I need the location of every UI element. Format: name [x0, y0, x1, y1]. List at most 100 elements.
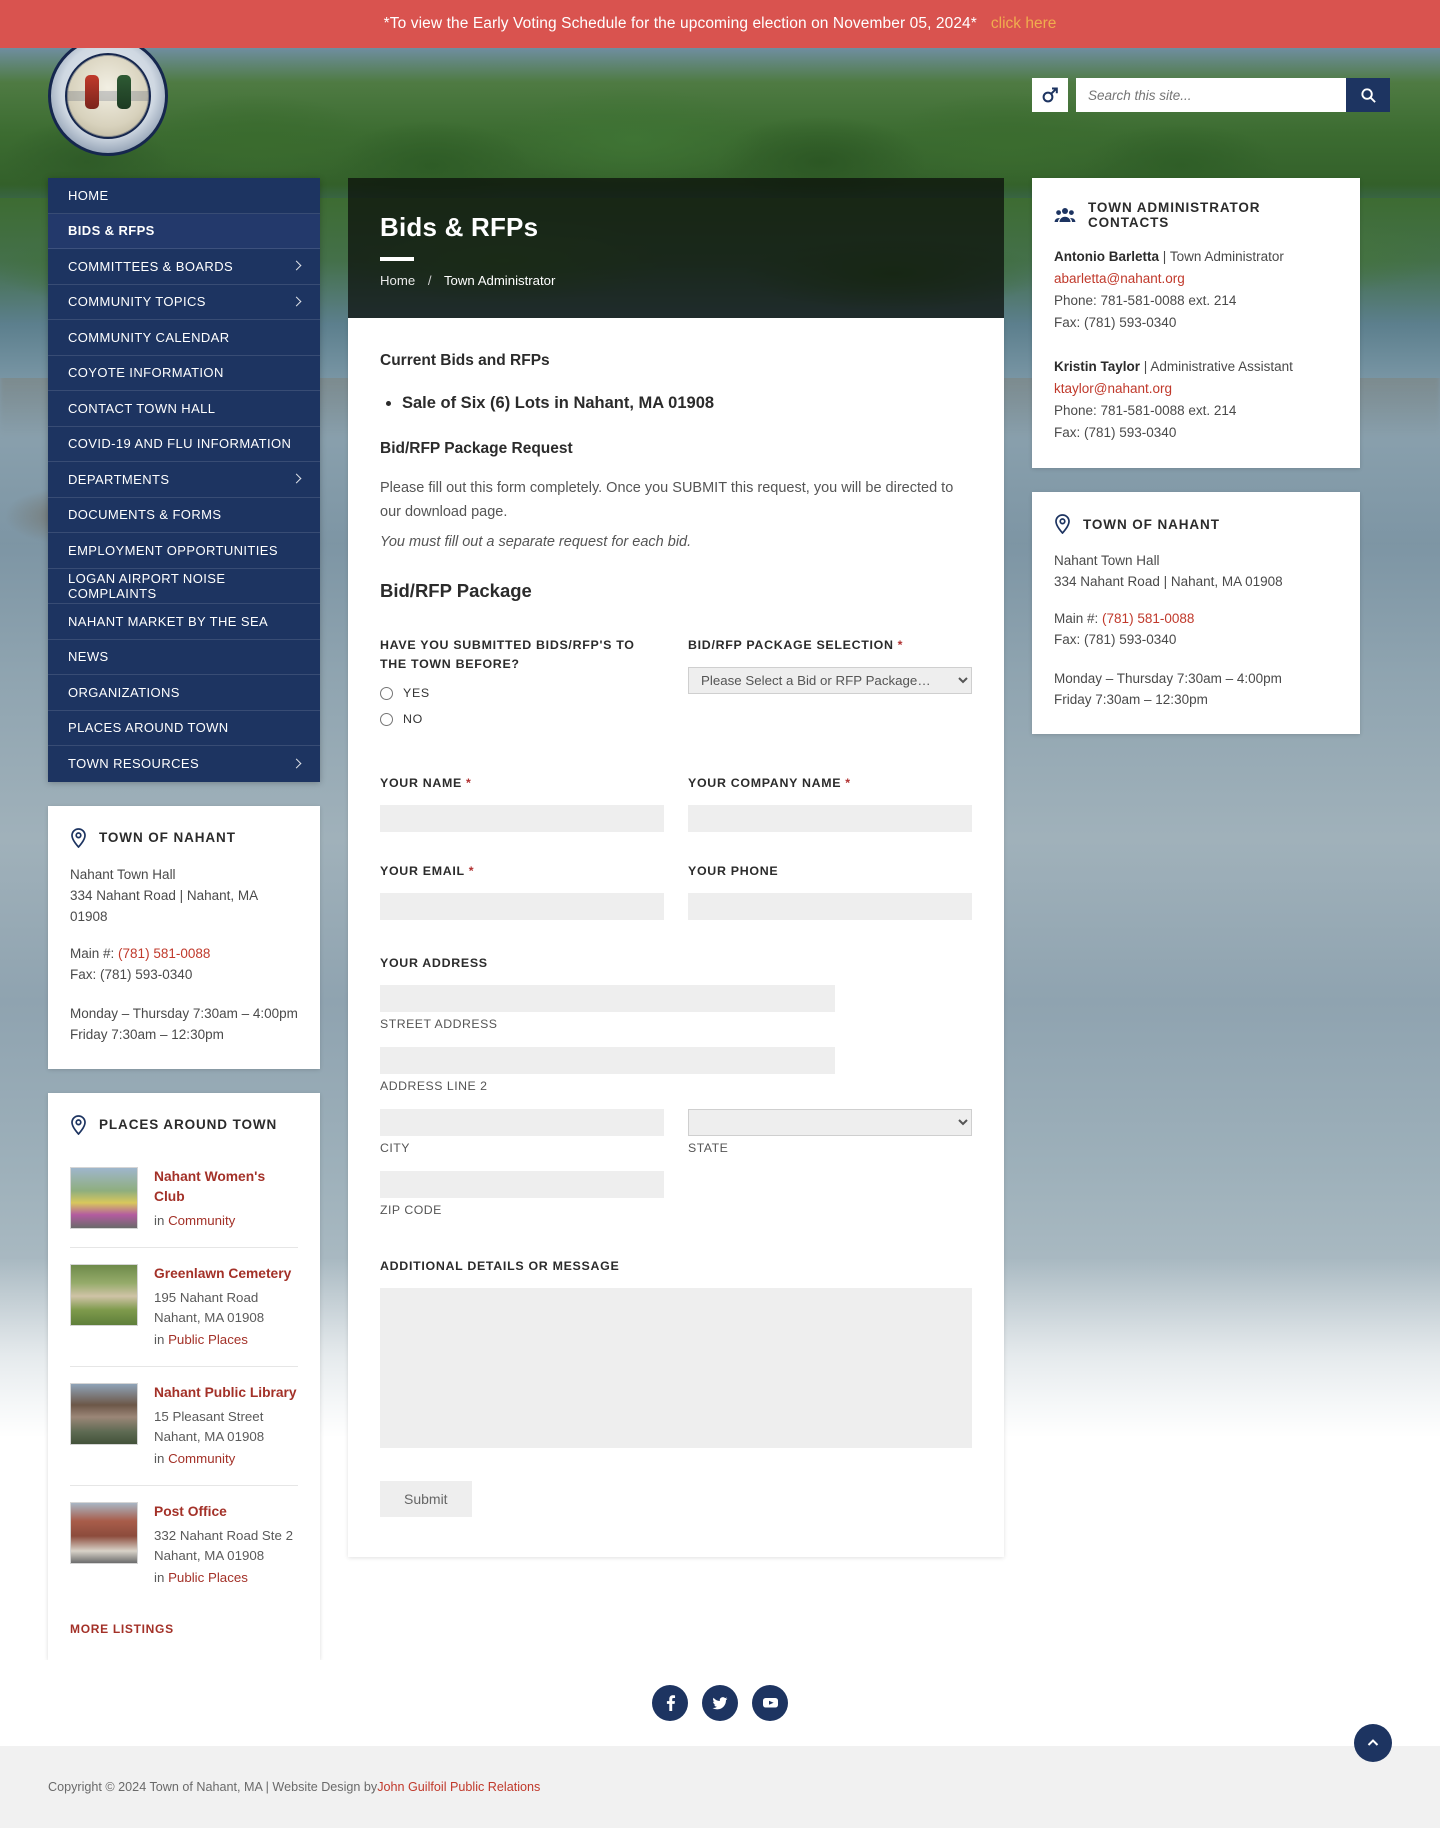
sidebar-item-home[interactable]: HOME	[48, 178, 320, 214]
form-row-zip-spacer	[688, 1171, 972, 1233]
card-header: PLACES AROUND TOWN	[70, 1114, 298, 1135]
map-pin-icon	[1054, 514, 1071, 534]
form-row-name-company: YOUR NAME * YOUR COMPANY NAME *	[380, 774, 972, 832]
sidebar-item-coyote-information[interactable]: COYOTE INFORMATION	[48, 356, 320, 391]
place-body: Nahant Public Library 15 Pleasant Street…	[154, 1383, 298, 1469]
search-input[interactable]	[1076, 78, 1346, 112]
place-category-link[interactable]: Public Places	[168, 1570, 248, 1585]
sidebar-item-community-topics[interactable]: COMMUNITY TOPICS	[48, 285, 320, 320]
place-category-link[interactable]: Public Places	[168, 1332, 248, 1347]
right-town-of-nahant-card: TOWN OF NAHANT Nahant Town Hall 334 Naha…	[1032, 492, 1360, 734]
submit-button[interactable]: Submit	[380, 1481, 472, 1517]
twitter-icon-button[interactable]	[702, 1684, 738, 1721]
town-seal-logo[interactable]	[48, 36, 168, 156]
contact-name: Kristin Taylor	[1054, 359, 1141, 374]
contact-email-link[interactable]: ktaylor@nahant.org	[1054, 378, 1338, 400]
radio-no-input[interactable]	[380, 712, 393, 726]
package-selection-label: BID/RFP PACKAGE SELECTION *	[688, 636, 972, 655]
place-address-line2: Nahant, MA 01908	[154, 1428, 265, 1444]
your-address-label: YOUR ADDRESS	[380, 956, 488, 970]
seal-band	[67, 91, 149, 101]
sidebar-item-nahant-market-by-the-sea[interactable]: NAHANT MARKET BY THE SEA	[48, 604, 320, 640]
card-header: TOWN OF NAHANT	[1054, 514, 1338, 534]
contact-role: Administrative Assistant	[1150, 359, 1293, 374]
main-column: Bids & RFPs Home / Town Administrator Cu…	[348, 178, 1004, 1557]
place-thumbnail	[70, 1382, 138, 1445]
main-phone-label: Main #:	[70, 945, 115, 961]
page-columns: HOME BIDS & RFPS COMMITTEES & BOARDS COM…	[0, 178, 1440, 1660]
town-hall-main-phone-row: Main #: (781) 581-0088	[1054, 608, 1338, 629]
sidebar-item-committees-boards[interactable]: COMMITTEES & BOARDS	[48, 249, 320, 285]
radio-yes-input[interactable]	[380, 686, 393, 700]
main-phone-link[interactable]: (781) 581-0088	[1102, 611, 1194, 626]
zip-code-input[interactable]	[380, 1171, 664, 1198]
address-line2-input[interactable]	[380, 1047, 835, 1074]
place-category-prefix: in	[154, 1212, 165, 1228]
search-submit-button[interactable]	[1346, 78, 1390, 112]
facebook-icon-button[interactable]	[652, 1684, 688, 1721]
sidebar-item-label: CONTACT TOWN HALL	[68, 400, 216, 416]
state-select[interactable]	[688, 1109, 972, 1136]
site-alert-bar: *To view the Early Voting Schedule for t…	[0, 0, 1440, 48]
city-input[interactable]	[380, 1109, 664, 1136]
sidebar-item-contact-town-hall[interactable]: CONTACT TOWN HALL	[48, 391, 320, 427]
list-item[interactable]: Greenlawn Cemetery 195 Nahant Road Nahan…	[70, 1248, 298, 1367]
sidebar-item-departments[interactable]: DEPARTMENTS	[48, 462, 320, 498]
town-hall-fax: Fax: (781) 593-0340	[1054, 632, 1177, 647]
company-name-input[interactable]	[688, 805, 972, 832]
place-name-link[interactable]: Nahant Public Library	[154, 1383, 298, 1403]
radio-option-no[interactable]: NO	[380, 712, 664, 726]
sidebar-item-organizations[interactable]: ORGANIZATIONS	[48, 675, 320, 711]
more-listings-link[interactable]: MORE LISTINGS	[70, 1622, 298, 1636]
places-around-town-card: PLACES AROUND TOWN Nahant Women's Club i…	[48, 1092, 320, 1660]
place-address-line1: 15 Pleasant Street	[154, 1408, 264, 1424]
breadcrumb-home-link[interactable]: Home	[380, 273, 415, 288]
place-category-link[interactable]: Community	[168, 1451, 235, 1466]
main-phone-link[interactable]: (781) 581-0088	[118, 946, 210, 961]
address-line2-sublabel: ADDRESS LINE 2	[380, 1079, 488, 1093]
submitted-before-label: HAVE YOU SUBMITTED BIDS/RFP'S TO THE TOW…	[380, 638, 635, 671]
sidebar-item-community-calendar[interactable]: COMMUNITY CALENDAR	[48, 320, 320, 356]
place-category-prefix: in	[154, 1569, 165, 1585]
search-icon	[1360, 87, 1376, 103]
sidebar-item-places-around-town[interactable]: PLACES AROUND TOWN	[48, 711, 320, 746]
mars-icon-button[interactable]	[1032, 78, 1068, 112]
chevron-right-icon	[290, 297, 300, 307]
contact-email-link[interactable]: abarletta@nahant.org	[1054, 268, 1338, 290]
sidebar-item-town-resources[interactable]: TOWN RESOURCES	[48, 746, 320, 782]
place-category-link[interactable]: Community	[168, 1213, 235, 1228]
seal-figure-left	[85, 75, 99, 109]
sidebar-item-covid-flu-information[interactable]: COVID-19 AND FLU INFORMATION	[48, 427, 320, 462]
sidebar-item-label: NEWS	[68, 649, 109, 665]
town-hall-hours-friday: Friday 7:30am – 12:30pm	[70, 1026, 224, 1042]
town-hall-hours-weekday: Monday – Thursday 7:30am – 4:00pm	[1054, 671, 1282, 686]
sidebar-item-logan-airport-noise-complaints[interactable]: LOGAN AIRPORT NOISE COMPLAINTS	[48, 569, 320, 604]
sidebar-item-bids-rfps[interactable]: BIDS & RFPS	[48, 213, 320, 249]
message-textarea[interactable]	[380, 1288, 972, 1448]
sidebar-item-employment-opportunities[interactable]: EMPLOYMENT OPPORTUNITIES	[48, 533, 320, 569]
contact-name-row: Kristin Taylor | Administrative Assistan…	[1054, 356, 1338, 378]
youtube-icon-button[interactable]	[752, 1684, 788, 1721]
place-name-link[interactable]: Nahant Women's Club	[154, 1167, 298, 1207]
radio-option-yes[interactable]: YES	[380, 686, 664, 700]
chevron-up-icon	[1367, 1738, 1379, 1746]
required-asterisk: *	[897, 638, 904, 652]
street-address-input[interactable]	[380, 985, 835, 1012]
place-name-link[interactable]: Post Office	[154, 1502, 298, 1522]
alert-click-here-link[interactable]: click here	[991, 15, 1056, 33]
your-email-input[interactable]	[380, 893, 664, 920]
list-item[interactable]: Nahant Women's Club in Community	[70, 1151, 298, 1248]
place-name-link[interactable]: Greenlawn Cemetery	[154, 1264, 298, 1284]
your-phone-label: YOUR PHONE	[688, 864, 779, 878]
back-to-top-button[interactable]	[1354, 1723, 1392, 1762]
package-selection-select[interactable]: Please Select a Bid or RFP Package…	[688, 667, 972, 694]
your-email-label: YOUR EMAIL *	[380, 862, 664, 881]
sidebar-item-news[interactable]: NEWS	[48, 640, 320, 675]
list-item[interactable]: Post Office 332 Nahant Road Ste 2 Nahant…	[70, 1486, 298, 1604]
list-item[interactable]: Nahant Public Library 15 Pleasant Street…	[70, 1367, 298, 1486]
your-name-input[interactable]	[380, 805, 664, 832]
sidebar-item-documents-forms[interactable]: DOCUMENTS & FORMS	[48, 498, 320, 533]
designer-link[interactable]: John Guilfoil Public Relations	[377, 1780, 540, 1794]
your-phone-input[interactable]	[688, 893, 972, 920]
street-address-sublabel: STREET ADDRESS	[380, 1017, 498, 1031]
